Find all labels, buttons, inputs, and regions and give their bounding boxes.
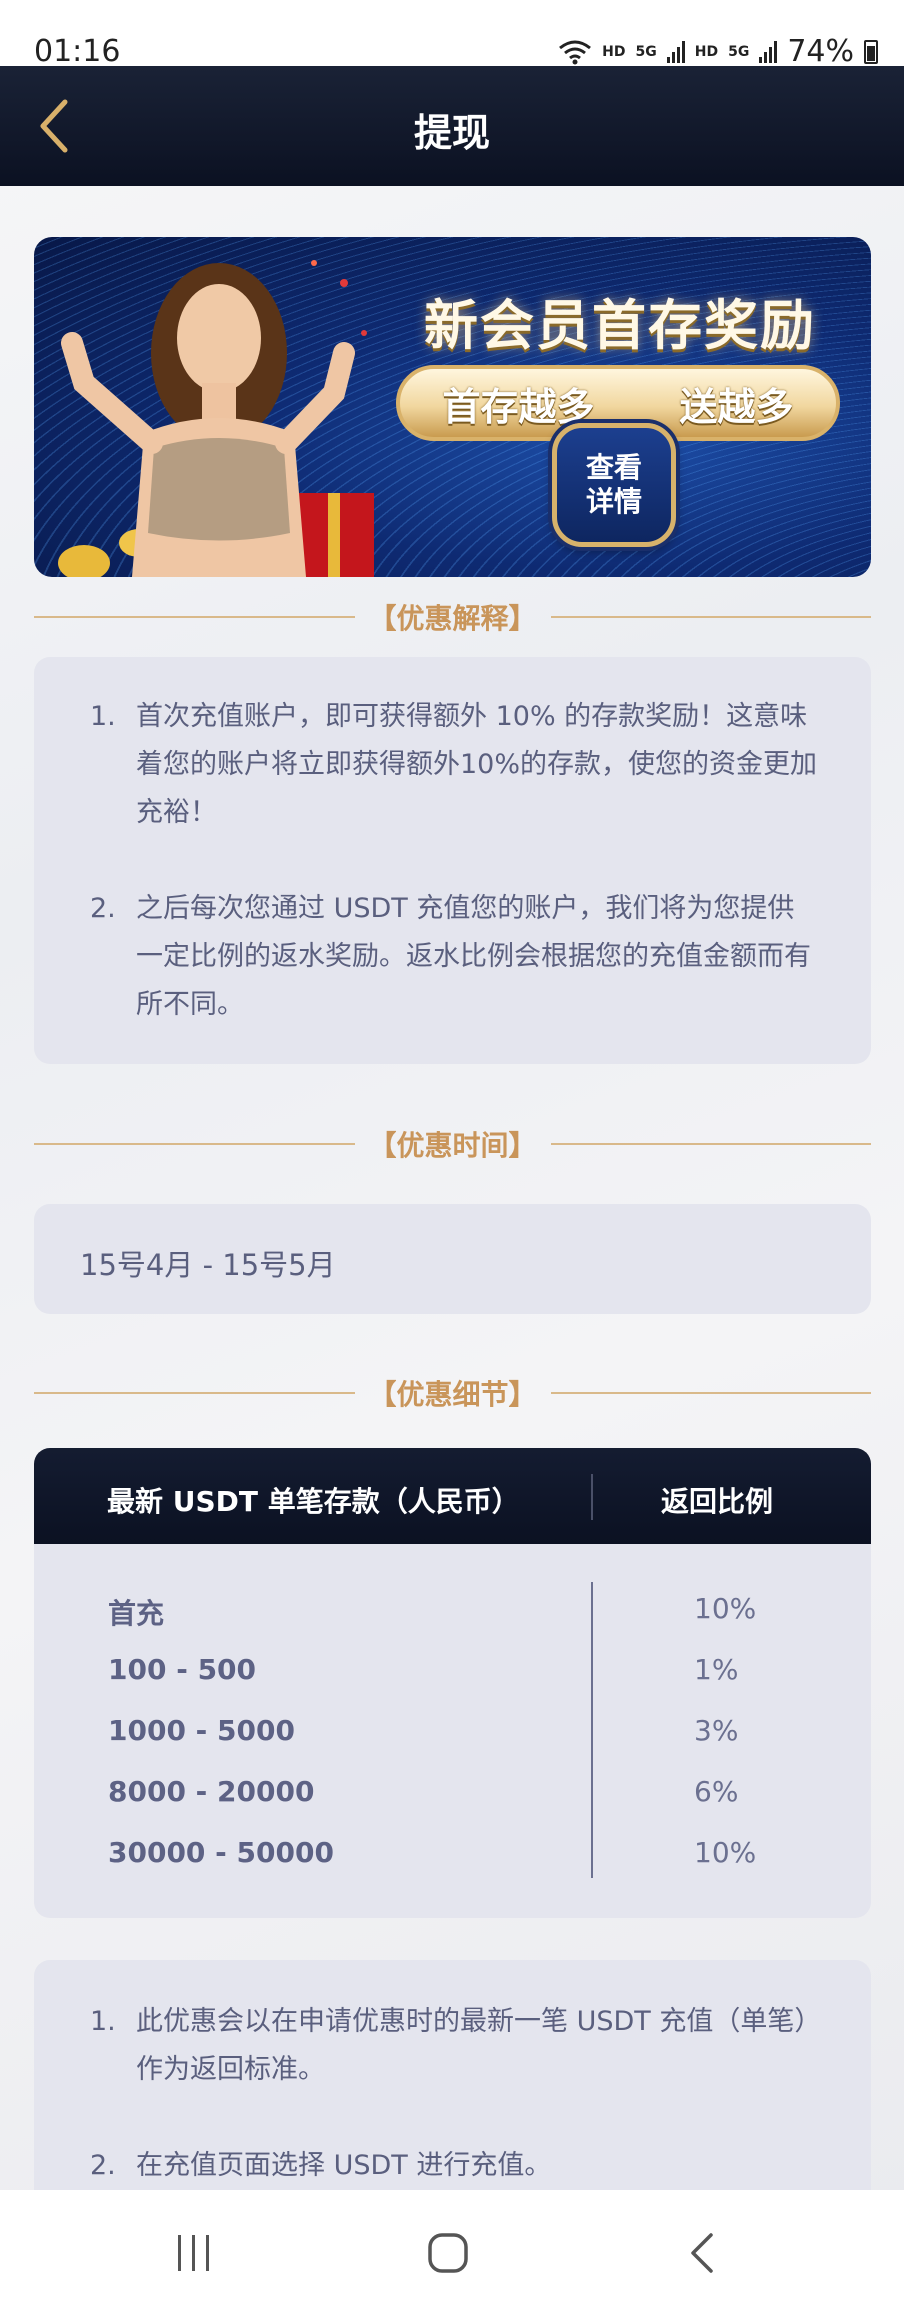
column-divider: [591, 1474, 593, 1520]
list-text: 之后每次您通过 USDT 充值您的账户，我们将为您提供一定比例的返水奖励。返水比…: [136, 893, 811, 1020]
table-cell-rate: 3%: [694, 1714, 739, 1747]
divider-line: [550, 616, 872, 618]
section-title-details: 【优惠细节】: [34, 1373, 872, 1413]
section-title-period: 【优惠时间】: [34, 1124, 872, 1164]
divider-line: [34, 616, 355, 618]
banner-slogan-left: 首存越多: [442, 384, 595, 429]
home-button[interactable]: [418, 2228, 478, 2278]
list-number: 2.: [90, 2150, 116, 2181]
table-cell-range: 8000 - 20000: [108, 1775, 315, 1808]
home-icon: [428, 2233, 468, 2273]
recents-icon: [178, 2235, 209, 2271]
column-header-rate: 返回比例: [661, 1485, 774, 1518]
promo-period: 15号4月 - 15号5月: [80, 1248, 336, 1282]
section-label: 【优惠细节】: [368, 1378, 537, 1411]
table-cell-range: 100 - 500: [108, 1653, 257, 1686]
table-cell-rate: 1%: [694, 1653, 739, 1686]
list-item: 1. 此优惠会以在申请优惠时的最新一笔 USDT 充值（单笔）作为返回标准。: [90, 1998, 821, 2094]
column-header-deposit: 最新 USDT 单笔存款（人民币）: [107, 1485, 520, 1518]
section-label: 【优惠时间】: [368, 1129, 537, 1162]
column-divider: [591, 1582, 593, 1878]
list-text: 此优惠会以在申请优惠时的最新一笔 USDT 充值（单笔）作为返回标准。: [136, 2006, 808, 2085]
table-cell-range: 1000 - 5000: [108, 1714, 295, 1747]
list-text: 在充值页面选择 USDT 进行充值。: [136, 2150, 552, 2181]
table-cell-range: 30000 - 50000: [108, 1836, 334, 1869]
section-label: 【优惠解释】: [368, 602, 537, 635]
network-label-1: 5G: [635, 43, 657, 60]
recents-button[interactable]: [164, 2228, 224, 2278]
system-nav-bar: [0, 2190, 904, 2316]
battery-icon: [864, 39, 878, 64]
view-details-label-1: 查看: [585, 451, 642, 484]
explanation-card: 1. 首次充值账户，即可获得额外 10% 的存款奖励！这意味着您的账户将立即获得…: [34, 657, 871, 1064]
signal-icon: [666, 40, 685, 63]
divider-line: [550, 1392, 872, 1394]
table-cell-rate: 6%: [694, 1775, 739, 1808]
status-icons: HD 5G HD 5G 74%: [558, 34, 878, 69]
banner-model-image: [58, 260, 374, 577]
list-number: 1.: [90, 2006, 116, 2037]
list-number: 1.: [90, 701, 116, 732]
status-bar: 01:16 HD 5G HD 5G 74%: [0, 0, 904, 69]
table-cell-range: 首充: [108, 1597, 165, 1630]
list-item: 2. 在充值页面选择 USDT 进行充值。: [90, 2142, 821, 2190]
back-icon: [691, 2233, 713, 2273]
signal-icon: [759, 40, 778, 63]
list-text: 首次充值账户，即可获得额外 10% 的存款奖励！这意味着您的账户将立即获得额外1…: [136, 701, 818, 828]
banner-headline: 新会员首存奖励: [424, 294, 816, 357]
app-header: 提现: [0, 66, 904, 186]
wifi-icon: [559, 40, 592, 64]
table-cell-rate: 10%: [694, 1592, 757, 1625]
divider-line: [34, 1143, 355, 1145]
rebate-table-header: 最新 USDT 单笔存款（人民币） 返回比例: [34, 1448, 871, 1544]
divider-line: [34, 1392, 355, 1394]
banner-slogan-right: 送越多: [679, 384, 794, 429]
promo-banner[interactable]: 新会员首存奖励 首存越多 送越多 查看 详情: [34, 237, 871, 577]
status-time: 01:16: [34, 34, 121, 69]
page-title: 提现: [413, 111, 490, 155]
view-details-button[interactable]: 查看 详情: [552, 423, 676, 547]
list-item: 2. 之后每次您通过 USDT 充值您的账户，我们将为您提供一定比例的返水奖励。…: [90, 885, 821, 1029]
list-item: 1. 首次充值账户，即可获得额外 10% 的存款奖励！这意味着您的账户将立即获得…: [90, 693, 821, 837]
hd-label-1: HD: [602, 43, 626, 60]
network-label-2: 5G: [728, 43, 750, 60]
hd-label-2: HD: [694, 43, 719, 60]
list-number: 2.: [90, 893, 116, 924]
battery-percent: 74%: [787, 34, 854, 69]
system-back-button[interactable]: [672, 2228, 732, 2278]
period-card: 15号4月 - 15号5月: [34, 1204, 871, 1314]
table-cell-rate: 10%: [694, 1836, 757, 1869]
view-details-label-2: 详情: [585, 485, 642, 518]
divider-line: [550, 1143, 872, 1145]
section-title-explanation: 【优惠解释】: [34, 597, 872, 637]
rebate-table-body: 首充 10% 100 - 500 1% 1000 - 5000 3% 8000 …: [34, 1544, 871, 1918]
